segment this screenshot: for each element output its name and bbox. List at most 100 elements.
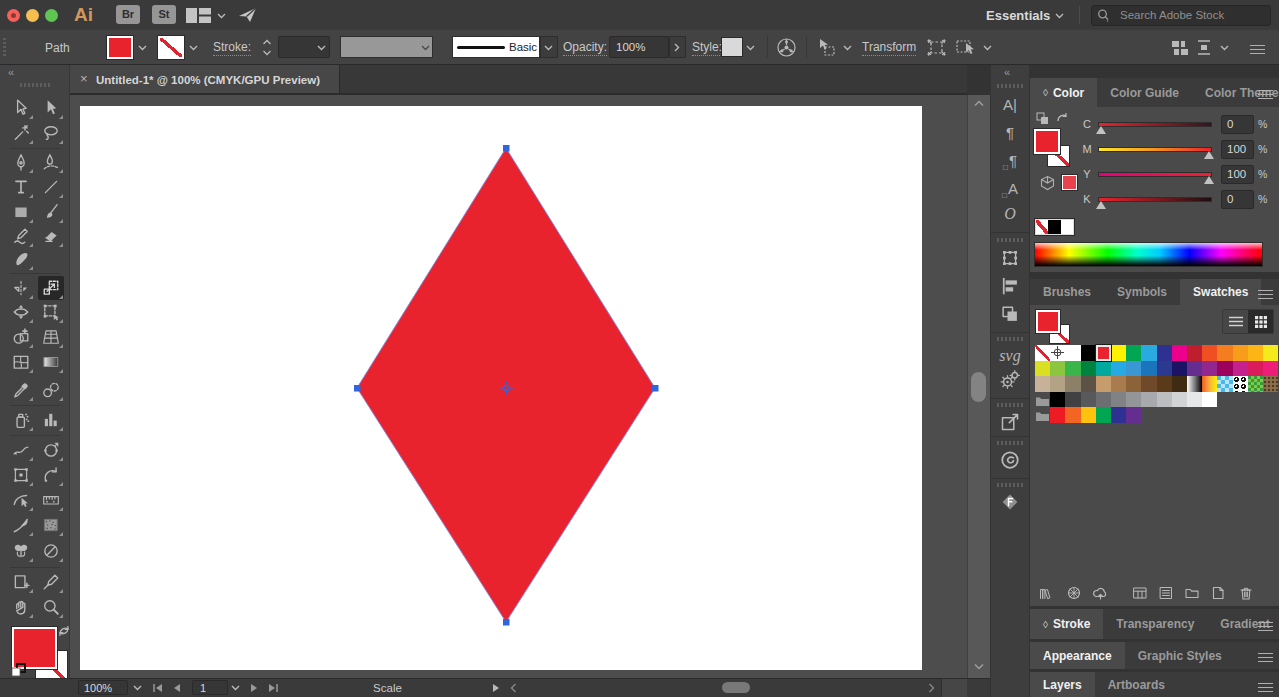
- quick-white-swatch[interactable]: [1061, 220, 1073, 234]
- strip-drag-handle[interactable]: [997, 238, 1023, 242]
- swatch-list-view-button[interactable]: [1223, 310, 1248, 333]
- channel-slider-thumb-Y[interactable]: [1204, 176, 1214, 184]
- color-tab-color[interactable]: ◊Color: [1030, 78, 1097, 107]
- swatch[interactable]: [1081, 345, 1096, 361]
- first-artboard-icon[interactable]: [152, 683, 163, 693]
- type-tool[interactable]: [8, 175, 34, 199]
- blend-tool[interactable]: [38, 378, 64, 402]
- opentype-panel-icon[interactable]: O: [990, 202, 1030, 226]
- status-back-icon[interactable]: [510, 683, 517, 693]
- swatch[interactable]: [1202, 345, 1217, 361]
- zoom-tool[interactable]: [38, 595, 64, 619]
- select-similar-chevron-icon[interactable]: [983, 45, 992, 51]
- shaper-tool[interactable]: [8, 224, 34, 248]
- smooth-tool[interactable]: [8, 438, 34, 462]
- color-fill-proxy[interactable]: [1034, 129, 1060, 154]
- channel-slider-thumb-C[interactable]: [1096, 126, 1106, 134]
- swatch[interactable]: [1248, 345, 1263, 361]
- character-styles-panel-icon[interactable]: □A: [990, 176, 1030, 200]
- rectangle-tool[interactable]: [8, 200, 34, 224]
- curvature-tool[interactable]: [38, 150, 64, 174]
- scale-tool[interactable]: [38, 276, 64, 300]
- style-swatch[interactable]: [721, 37, 743, 57]
- swatch[interactable]: [1248, 361, 1263, 377]
- select-similar-icon[interactable]: [956, 38, 978, 56]
- document-tab-close-icon[interactable]: ×: [80, 71, 88, 86]
- swatch[interactable]: [1157, 376, 1172, 392]
- vscroll-up-icon[interactable]: [974, 100, 984, 107]
- layers-tab-artboards[interactable]: Artboards: [1095, 672, 1178, 697]
- appearance-tab-graphic-styles[interactable]: Graphic Styles: [1125, 642, 1235, 669]
- swatch[interactable]: [1126, 345, 1141, 361]
- swatch[interactable]: [1233, 361, 1248, 377]
- color-themes-button[interactable]: [1066, 585, 1082, 601]
- swatch[interactable]: [1065, 345, 1080, 361]
- quick-none-swatch[interactable]: [1036, 220, 1048, 234]
- controlbar-grip[interactable]: [3, 38, 6, 58]
- prev-artboard-icon[interactable]: [172, 683, 181, 693]
- swatch-gradient[interactable]: [1187, 376, 1202, 392]
- color-swap-icon[interactable]: [1056, 112, 1070, 125]
- character-panel-icon[interactable]: A|: [990, 92, 1030, 116]
- channel-value-M[interactable]: 100: [1221, 140, 1254, 159]
- swatch[interactable]: [1187, 345, 1202, 361]
- last-artboard-icon[interactable]: [268, 683, 279, 693]
- align-objects-icon[interactable]: [1172, 41, 1188, 55]
- stroke-color-swatch[interactable]: [158, 36, 184, 59]
- channel-slider-Y[interactable]: [1098, 172, 1212, 177]
- layers-tab-layers[interactable]: Layers: [1030, 672, 1095, 697]
- channel-value-K[interactable]: 0: [1221, 190, 1254, 209]
- default-fill-stroke-icon[interactable]: [11, 663, 27, 678]
- mesh-tool[interactable]: [8, 350, 34, 374]
- svg-interactivity-panel-icon[interactable]: svg: [990, 344, 1030, 368]
- color-panel-menu-icon[interactable]: [1258, 87, 1273, 102]
- workspace-chevron-icon[interactable]: [217, 13, 226, 19]
- swatch[interactable]: [1233, 345, 1248, 361]
- status-play-icon[interactable]: [492, 683, 500, 693]
- vscroll-down-icon[interactable]: [974, 663, 984, 670]
- swatch[interactable]: [1126, 392, 1141, 408]
- strip-drag-handle[interactable]: [997, 483, 1023, 487]
- swatch-selected[interactable]: [1096, 345, 1111, 361]
- quick-swatch-strip[interactable]: [1035, 219, 1074, 235]
- swirl-tool[interactable]: [38, 539, 64, 563]
- color-spectrum-bar[interactable]: [1034, 242, 1263, 267]
- distribute-objects-icon[interactable]: [1196, 40, 1212, 55]
- swatch[interactable]: [1096, 361, 1111, 377]
- swatch[interactable]: [1111, 376, 1126, 392]
- swatch[interactable]: [1081, 392, 1096, 408]
- paintbrush-tool[interactable]: [38, 200, 64, 224]
- swatches-fill-proxy[interactable]: [1036, 310, 1060, 333]
- swatch[interactable]: [1111, 407, 1126, 423]
- opacity-label[interactable]: Opacity:: [563, 40, 607, 56]
- zoom-level-chevron-icon[interactable]: [133, 685, 142, 691]
- color-fillstroke-toggle-icon[interactable]: [1036, 112, 1049, 125]
- swatch[interactable]: [1065, 376, 1080, 392]
- artboard-number-chevron-icon[interactable]: [231, 685, 240, 691]
- recolor-artwork-icon[interactable]: [776, 37, 797, 58]
- measure-tool[interactable]: [38, 488, 64, 512]
- puppet-warp-tool[interactable]: [8, 463, 34, 487]
- distribute-chevron-icon[interactable]: [1220, 45, 1229, 51]
- style-chevron-icon[interactable]: [746, 45, 755, 51]
- swatch-group-folder[interactable]: [1035, 407, 1050, 423]
- perspective-grid-tool[interactable]: [38, 325, 64, 349]
- artboard-tool[interactable]: [8, 570, 34, 594]
- gamut-color-swatch[interactable]: [1062, 175, 1077, 190]
- scissors-tool[interactable]: [38, 438, 64, 462]
- eyedropper-tool[interactable]: [8, 378, 34, 402]
- stroke-color-chevron-icon[interactable]: [189, 45, 198, 51]
- stroke-tab-stroke[interactable]: ◊Stroke: [1030, 609, 1103, 639]
- knife-tool[interactable]: [8, 513, 34, 537]
- style-label[interactable]: Style:: [692, 40, 722, 56]
- stroke-panel-menu-icon[interactable]: [1258, 619, 1273, 634]
- swatch[interactable]: [1172, 392, 1187, 408]
- symbol-shifter-tool[interactable]: [8, 539, 34, 563]
- swatch-gradient[interactable]: [1202, 376, 1217, 392]
- channel-value-C[interactable]: 0: [1221, 115, 1254, 134]
- swatch[interactable]: [1157, 345, 1172, 361]
- paragraph-panel-icon[interactable]: ¶: [990, 120, 1030, 144]
- swatch[interactable]: [1157, 361, 1172, 377]
- column-graph-tool[interactable]: [38, 408, 64, 432]
- hscroll-thumb[interactable]: [722, 682, 750, 693]
